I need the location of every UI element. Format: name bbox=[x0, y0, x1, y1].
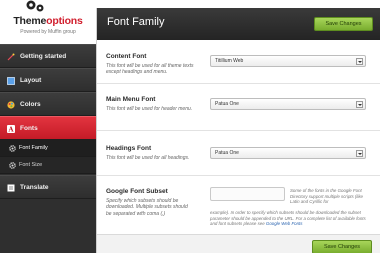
gear-icon bbox=[9, 162, 16, 169]
sidebar-item-label: Layout bbox=[20, 76, 42, 84]
translate-icon bbox=[7, 184, 15, 192]
sidebar-item-label: Getting started bbox=[20, 52, 67, 60]
sidebar-item-fonts[interactable]: A Fonts bbox=[0, 116, 101, 140]
google-web-fonts-link[interactable]: Google Web Fonts bbox=[266, 221, 303, 226]
menu-font-select[interactable]: Patua One bbox=[210, 98, 366, 110]
brand-tagline: Powered by Muffin group bbox=[20, 29, 76, 35]
sidebar-item-label: Translate bbox=[20, 183, 49, 191]
sidebar-subitem-label: Font Family bbox=[19, 145, 48, 151]
panel-header: Font Family Save Changes bbox=[97, 8, 380, 40]
font-subset-desc: Specify which subsets should be download… bbox=[106, 198, 188, 217]
gear-logo-icon bbox=[26, 0, 44, 12]
menu-font-title: Main Menu Font bbox=[106, 96, 156, 103]
headings-font-value: Patua One bbox=[215, 150, 239, 156]
sidebar-subitem-font-size[interactable]: Font Size bbox=[0, 157, 96, 174]
headings-font-title: Headings Font bbox=[106, 145, 152, 152]
content-font-select[interactable]: Titillium Web bbox=[210, 55, 366, 67]
font-subset-help: Some of the fonts in the Google Font Dir… bbox=[290, 188, 363, 204]
sidebar-item-label: Colors bbox=[20, 100, 41, 108]
font-subset-row: Google Font Subset Specify which subsets… bbox=[97, 176, 380, 234]
menu-font-value: Patua One bbox=[215, 101, 239, 107]
font-icon: A bbox=[7, 125, 15, 133]
sidebar-nav: Getting started Layout Colors A Fonts Fo… bbox=[0, 44, 101, 253]
save-changes-button-bottom[interactable]: Save Changes bbox=[312, 240, 372, 253]
headings-font-row: Headings Font This font will be used for… bbox=[97, 131, 380, 176]
sidebar-item-getting-started[interactable]: Getting started bbox=[0, 44, 96, 68]
brand-name: Themeoptions bbox=[13, 15, 83, 27]
sidebar-item-layout[interactable]: Layout bbox=[0, 68, 96, 92]
sidebar-subitem-font-family[interactable]: Font Family bbox=[0, 140, 96, 157]
brand-logo: Themeoptions Powered by Muffin group bbox=[0, 0, 96, 44]
sidebar-item-label: Fonts bbox=[20, 124, 38, 132]
gear-icon bbox=[9, 145, 16, 152]
sidebar-item-colors[interactable]: Colors bbox=[0, 92, 96, 116]
options-panel: Font Family Save Changes Content Font Th… bbox=[96, 8, 380, 253]
content-font-row: Content Font This font will be used for … bbox=[97, 40, 380, 84]
menu-font-desc: This font will be used for header menu. bbox=[106, 106, 193, 112]
chevron-down-icon bbox=[356, 150, 363, 157]
save-changes-button[interactable]: Save Changes bbox=[314, 17, 373, 31]
content-font-title: Content Font bbox=[106, 53, 147, 60]
font-subset-help-continued: example). In order to specify which subs… bbox=[210, 210, 366, 226]
menu-font-row: Main Menu Font This font will be used fo… bbox=[97, 84, 380, 131]
palette-icon bbox=[7, 101, 15, 109]
svg-text:A: A bbox=[7, 126, 14, 133]
chevron-down-icon bbox=[356, 58, 363, 65]
content-font-value: Titillium Web bbox=[215, 58, 244, 64]
page-title: Font Family bbox=[107, 16, 165, 28]
font-subset-input[interactable] bbox=[210, 187, 285, 201]
sidebar-item-translate[interactable]: Translate bbox=[0, 175, 96, 199]
chevron-down-icon bbox=[356, 101, 363, 108]
content-font-desc: This font will be used for all theme tex… bbox=[106, 63, 194, 76]
headings-font-desc: This font will be used for all headings. bbox=[106, 155, 190, 161]
layout-icon bbox=[7, 77, 15, 85]
font-subset-title: Google Font Subset bbox=[106, 188, 168, 195]
headings-font-select[interactable]: Patua One bbox=[210, 147, 366, 159]
wand-icon bbox=[7, 53, 15, 61]
sidebar-subitem-label: Font Size bbox=[19, 162, 43, 168]
